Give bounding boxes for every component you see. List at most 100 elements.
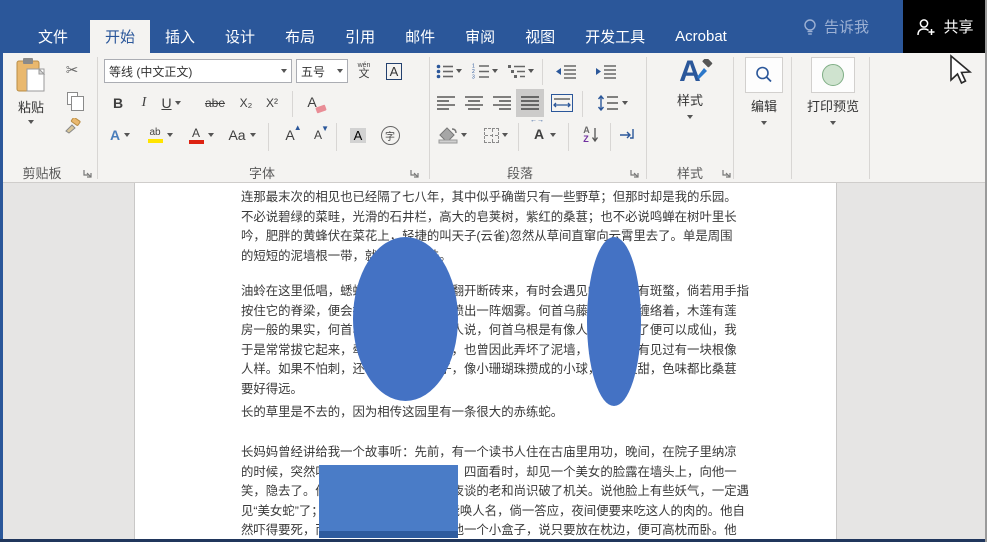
shading-button[interactable] — [434, 123, 470, 147]
underline-caret — [174, 101, 181, 105]
enclose-characters-icon: 字 — [380, 125, 400, 145]
tab-design[interactable]: 设计 — [210, 20, 270, 53]
font-color-icon: A — [188, 127, 204, 144]
align-center-button[interactable] — [462, 91, 486, 115]
line-spacing-icon — [597, 95, 618, 111]
strikethrough-icon: abe — [204, 96, 226, 110]
character-shading-button[interactable]: A — [346, 123, 370, 147]
distributed-icon — [551, 94, 573, 112]
copy-button[interactable] — [60, 87, 84, 111]
editing-button[interactable]: 编辑 — [739, 57, 789, 125]
share-label: 共享 — [943, 19, 974, 36]
text-effects-button[interactable]: A — [104, 123, 136, 147]
tab-references[interactable]: 引用 — [330, 20, 390, 53]
text-line: 长的草里是不去的，因为相传这园里有一条很大的赤练蛇。 — [241, 405, 564, 419]
tab-file[interactable]: 文件 — [16, 20, 90, 53]
decrease-indent-button[interactable] — [550, 59, 582, 83]
clipboard-dialog-launcher[interactable] — [83, 166, 93, 178]
paragraph-dialog-launcher[interactable] — [630, 166, 640, 178]
underline-button[interactable]: U — [156, 91, 186, 115]
clear-formatting-button[interactable]: A — [300, 91, 327, 115]
shrink-font-button[interactable]: A ▼ — [306, 123, 330, 147]
font-size-combo[interactable]: 五号 — [296, 59, 348, 83]
enclose-characters-button[interactable]: 字 — [378, 123, 402, 147]
tab-home[interactable]: 开始 — [90, 20, 151, 53]
phonetic-guide-button[interactable]: wén 文 — [352, 59, 376, 83]
bullets-button[interactable] — [434, 59, 464, 83]
asian-layout-button[interactable]: ←→ A — [526, 117, 564, 147]
sort-button[interactable]: AZ — [576, 123, 606, 147]
paragraph-3: 长的草里是不去的，因为相传这园里有一条很大的赤练蛇。 — [241, 403, 749, 423]
subscript-icon: X₂ — [239, 96, 253, 110]
character-border-button[interactable]: A — [382, 59, 406, 83]
italic-icon: I — [141, 95, 147, 110]
print-preview-button[interactable]: 打印预览 — [798, 57, 868, 125]
text-effects-icon: A — [109, 127, 121, 143]
line-spacing-button[interactable] — [592, 91, 632, 115]
grow-font-button[interactable]: A ▲ — [278, 123, 302, 147]
cut-button[interactable]: ✂ — [60, 59, 84, 81]
styles-label: 样式 — [676, 93, 703, 108]
text-line: 然吓得要死，而那老和尚却道无妨，给他一个小盒子，说只要放在枕边，便可高枕而卧。他 — [241, 523, 737, 537]
strikethrough-button[interactable]: abe — [200, 91, 230, 115]
tab-layout[interactable]: 布局 — [270, 20, 330, 53]
lightbulb-icon — [804, 18, 816, 35]
bold-button[interactable]: B — [106, 91, 130, 115]
tab-view[interactable]: 视图 — [510, 20, 570, 53]
decrease-indent-icon — [556, 64, 576, 79]
document-page[interactable]: 连那最末次的相见也已经隔了七八年，其中似乎确凿只有一些野草；但那时却是我的乐园。… — [134, 183, 837, 542]
borders-button[interactable] — [478, 123, 514, 147]
text-line: 的短短的泥墙根一带，就有无限趣味。 — [241, 248, 452, 263]
drawing-ellipse-small[interactable] — [587, 237, 641, 406]
superscript-button[interactable]: X² — [260, 91, 284, 115]
drawing-rectangle-dark-band[interactable] — [319, 531, 458, 538]
grow-font-icon: A ▲ — [285, 123, 302, 143]
align-left-button[interactable] — [434, 91, 458, 115]
print-preview-label: 打印预览 — [806, 99, 859, 114]
tab-mailings[interactable]: 邮件 — [390, 20, 450, 53]
text-line: 不必说碧绿的菜畦，光滑的石井栏，高大的皂荚树，紫红的桑葚；也不必说鸣蝉在树叶里长 — [241, 209, 737, 224]
tell-me-box[interactable]: 告诉我 — [803, 0, 869, 53]
text-highlight-button[interactable]: ab — [142, 123, 178, 147]
tab-acrobat[interactable]: Acrobat — [660, 20, 742, 53]
align-right-button[interactable] — [490, 91, 514, 115]
format-painter-button[interactable] — [60, 115, 84, 137]
numbering-button[interactable]: 1 2 3 — [470, 59, 500, 83]
justify-button[interactable] — [516, 89, 544, 117]
print-preview-icon — [811, 57, 855, 93]
drawing-ellipse-large[interactable] — [353, 237, 458, 401]
italic-button[interactable]: I — [132, 91, 156, 115]
tab-insert[interactable]: 插入 — [150, 20, 210, 53]
person-add-icon — [917, 18, 935, 35]
multilevel-list-button[interactable] — [506, 59, 536, 83]
paste-label: 粘贴 — [17, 100, 44, 115]
styles-button[interactable]: A 样式 — [656, 57, 724, 119]
font-name-combo[interactable]: 等线 (中文正文) — [104, 59, 292, 83]
styles-dialog-launcher[interactable] — [722, 166, 732, 178]
text-line: 要好得远。 — [241, 381, 303, 396]
ribbon-tabs: 文件 开始 插入 设计 布局 引用 邮件 审阅 视图 开发工具 Acrobat — [16, 20, 742, 53]
justify-icon — [521, 96, 539, 110]
change-case-icon: Aa — [228, 127, 246, 143]
text-line: 的时候，突然听到有人在叫他。答应着，四面看时，却见一个美女的脸露在墙头上，向他一 — [241, 464, 737, 479]
distributed-button[interactable] — [548, 89, 576, 117]
clear-formatting-icon: A — [307, 94, 327, 114]
drawing-rectangle[interactable] — [319, 465, 458, 531]
paste-dropdown-caret[interactable] — [28, 120, 34, 124]
clipboard-group-label: 剪贴板 — [22, 166, 62, 181]
superscript-icon: X² — [266, 96, 278, 110]
paste-button[interactable]: 粘贴 — [8, 57, 54, 159]
show-marks-button[interactable] — [616, 123, 640, 147]
share-button[interactable]: 共享 — [903, 0, 987, 53]
subscript-button[interactable]: X₂ — [234, 91, 258, 115]
bullets-icon — [436, 64, 453, 78]
align-right-icon — [493, 96, 511, 110]
tab-developer[interactable]: 开发工具 — [570, 20, 660, 53]
font-color-button[interactable]: A — [184, 123, 218, 147]
increase-indent-button[interactable] — [590, 59, 622, 83]
character-border-icon: A — [385, 62, 403, 80]
tab-review[interactable]: 审阅 — [450, 20, 510, 53]
tell-me-label: 告诉我 — [823, 19, 869, 36]
change-case-button[interactable]: Aa — [224, 123, 260, 147]
font-dialog-launcher[interactable] — [410, 166, 420, 178]
